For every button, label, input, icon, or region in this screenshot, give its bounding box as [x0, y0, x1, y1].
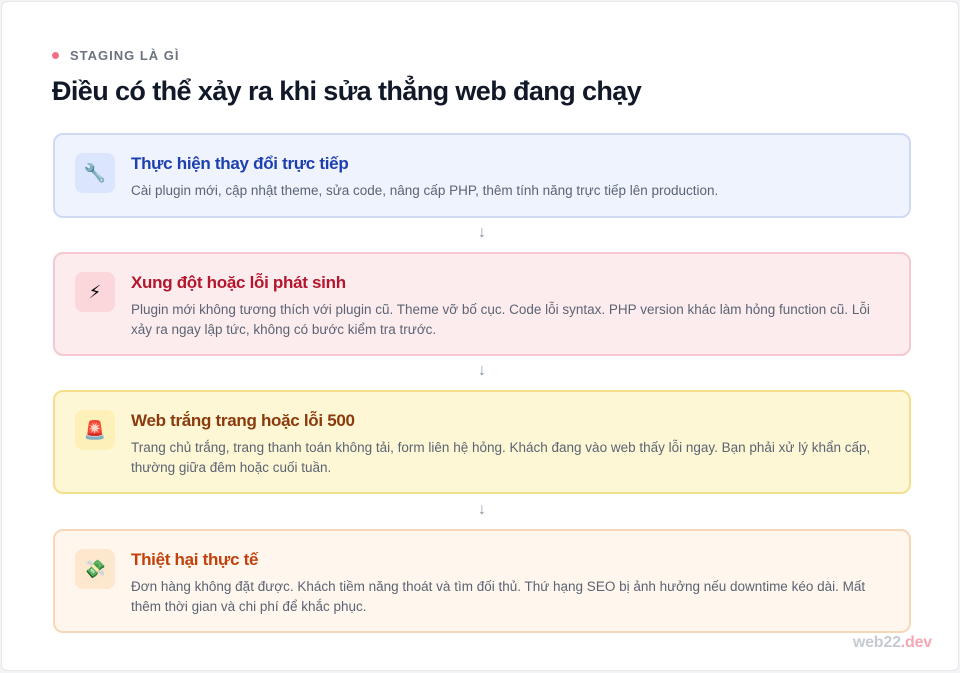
down-arrow-icon: ↓	[478, 224, 486, 241]
eyebrow-dot	[52, 52, 59, 59]
step-white-screen: 🚨 Web trắng trang hoặc lỗi 500 Trang chủ…	[53, 390, 911, 494]
down-arrow-icon: ↓	[478, 501, 486, 518]
page-title: Điều có thể xảy ra khi sửa thẳng web đan…	[52, 76, 642, 106]
eyebrow-label: STAGING LÀ GÌ	[70, 48, 180, 63]
down-arrow-icon: ↓	[478, 362, 486, 379]
brand-tld: .dev	[900, 634, 932, 651]
brand-name: web22	[852, 634, 901, 651]
step-title: Thực hiện thay đổi trực tiếp	[131, 154, 349, 173]
step-description: Đơn hàng không đặt được. Khách tiềm năng…	[131, 579, 866, 614]
step-description: Cài plugin mới, cập nhật theme, sửa code…	[131, 183, 719, 198]
step-description: Trang chủ trắng, trang thanh toán không …	[131, 440, 871, 475]
wrench-icon: 🔧	[75, 153, 115, 193]
siren-icon: 🚨	[75, 410, 115, 450]
step-conflict: ⚡ Xung đột hoặc lỗi phát sinh Plugin mới…	[53, 252, 911, 356]
step-direct-change: 🔧 Thực hiện thay đổi trực tiếp Cài plugi…	[53, 133, 911, 218]
step-title: Thiệt hại thực tế	[131, 550, 259, 569]
content-card: STAGING LÀ GÌ Điều có thể xảy ra khi sửa…	[1, 1, 959, 671]
step-title: Web trắng trang hoặc lỗi 500	[131, 411, 355, 430]
step-real-damage: 💸 Thiệt hại thực tế Đơn hàng không đặt đ…	[53, 529, 911, 633]
section-eyebrow: STAGING LÀ GÌ	[52, 48, 180, 63]
brand-watermark: web22.dev	[853, 634, 932, 652]
step-title: Xung đột hoặc lỗi phát sinh	[131, 273, 346, 292]
lightning-icon: ⚡	[75, 272, 115, 312]
step-description: Plugin mới không tương thích với plugin …	[131, 302, 870, 337]
money-icon: 💸	[75, 549, 115, 589]
